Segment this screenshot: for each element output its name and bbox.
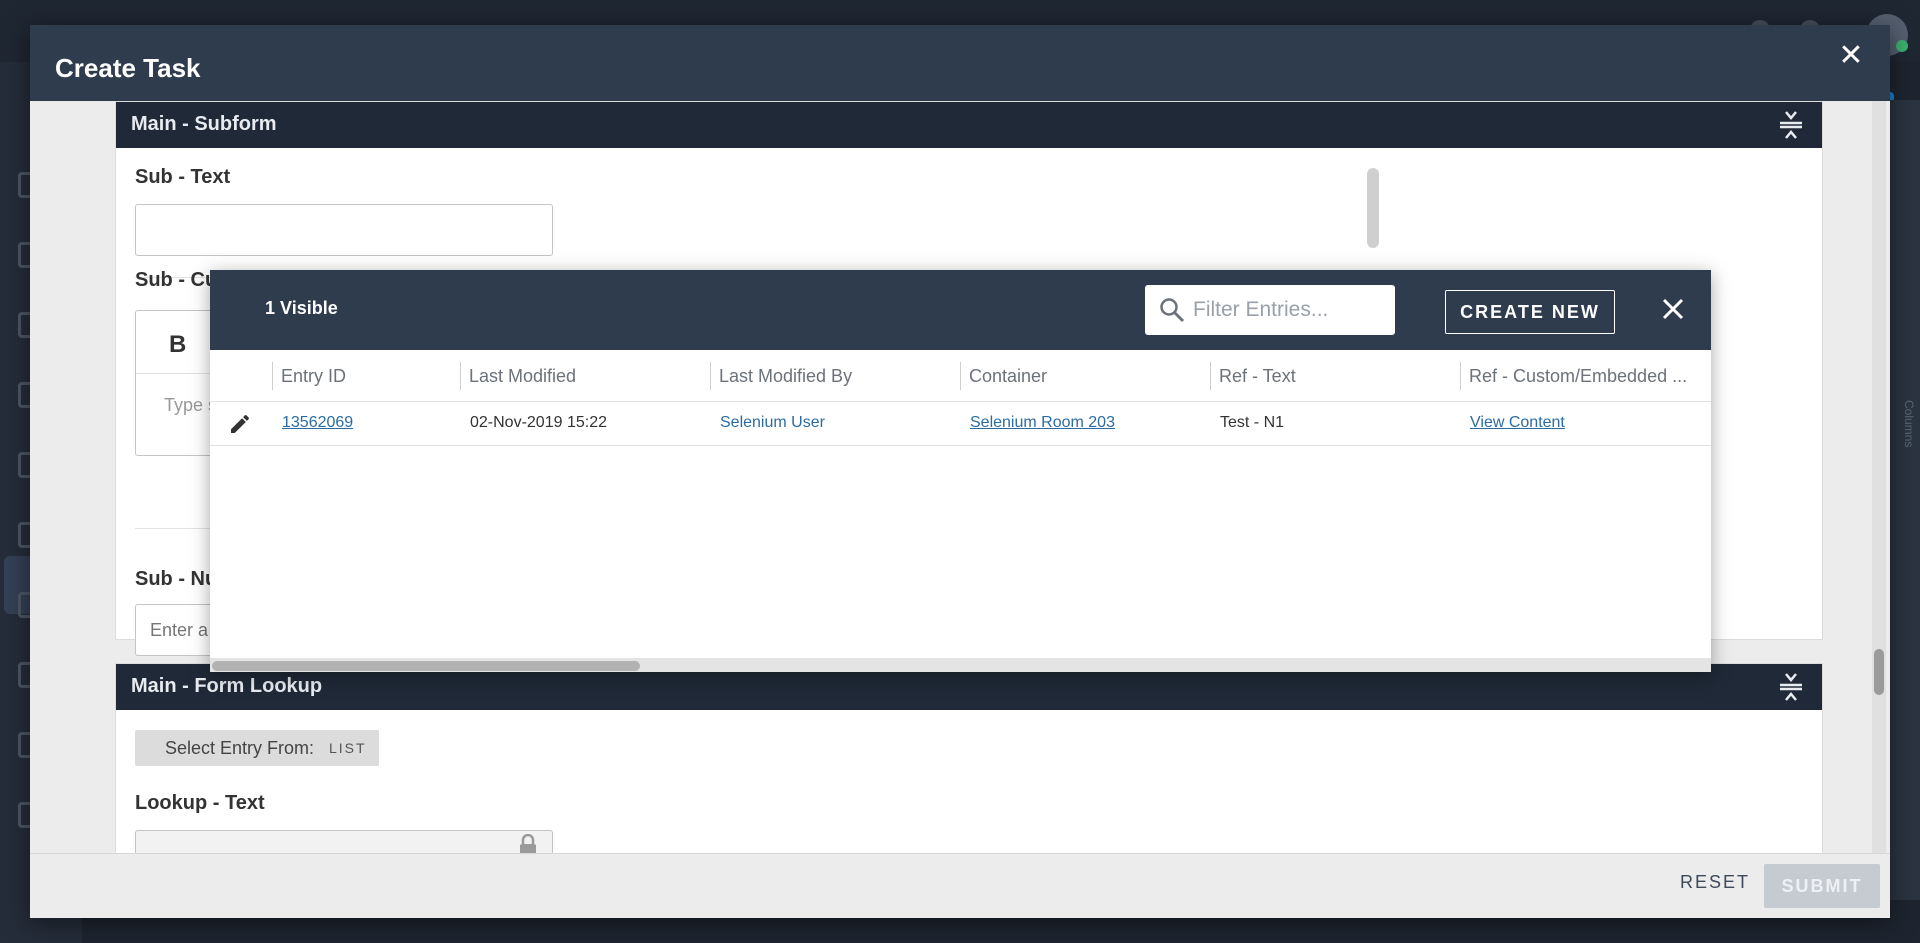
- close-icon[interactable]: ✕: [1834, 39, 1868, 73]
- form-lookup-section: Main - Form Lookup Select Entry From: LI…: [115, 663, 1823, 853]
- horizontal-scroll-thumb[interactable]: [212, 661, 640, 671]
- columns-panel-strip: Columns: [1890, 100, 1920, 900]
- section-title: Main - Subform: [131, 113, 277, 135]
- section-title: Main - Form Lookup: [131, 675, 323, 697]
- select-entry-mode[interactable]: LIST: [329, 740, 367, 756]
- lock-icon: [520, 834, 536, 853]
- column-header-last-modified[interactable]: Last Modified: [460, 362, 710, 390]
- modal-body-scroll-thumb[interactable]: [1874, 649, 1884, 695]
- subform-scrollbar[interactable]: [1367, 168, 1379, 248]
- entry-id-link[interactable]: 13562069: [282, 414, 353, 432]
- ref-text-cell: Test - N1: [1220, 414, 1285, 431]
- search-icon: [1160, 298, 1185, 323]
- grid-header: Entry ID Last Modified Last Modified By …: [210, 350, 1711, 402]
- columns-label: Columns: [1902, 400, 1916, 448]
- modal-title: Create Task: [55, 53, 201, 83]
- column-header-entry-id[interactable]: Entry ID: [272, 362, 460, 390]
- column-header-last-modified-by[interactable]: Last Modified By: [710, 362, 960, 390]
- field-label: Sub - Cu: [135, 269, 218, 291]
- select-entry-label: Select Entry From:: [165, 738, 315, 758]
- modal-body-scrollbar[interactable]: [1872, 101, 1886, 853]
- last-modified-cell: 02-Nov-2019 15:22: [470, 414, 607, 431]
- view-content-link[interactable]: View Content: [1470, 414, 1565, 432]
- subform-section-header: Main - Subform: [116, 102, 1822, 148]
- column-header-ref-text[interactable]: Ref - Text: [1210, 362, 1460, 390]
- create-new-button[interactable]: CREATE NEW: [1445, 290, 1615, 334]
- pencil-icon[interactable]: [228, 412, 252, 436]
- modal-footer: RESET SUBMIT: [30, 853, 1890, 918]
- close-icon[interactable]: [1658, 294, 1688, 324]
- field-label: Sub - Text: [135, 166, 231, 188]
- filter-box[interactable]: [1145, 285, 1395, 335]
- submit-button[interactable]: SUBMIT: [1764, 864, 1880, 908]
- sub-text-input[interactable]: [135, 204, 553, 256]
- lookup-text-input[interactable]: [135, 830, 553, 853]
- field-label: Sub - Nu: [135, 568, 218, 590]
- select-entry-from[interactable]: Select Entry From: LIST: [135, 730, 379, 766]
- column-header-container[interactable]: Container: [960, 362, 1210, 390]
- visible-count: 1 Visible: [265, 298, 338, 318]
- column-header-ref-custom[interactable]: Ref - Custom/Embedded ...: [1460, 362, 1711, 390]
- popup-header: 1 Visible CREATE NEW: [210, 270, 1711, 350]
- collapse-icon[interactable]: [1778, 672, 1804, 702]
- modal-header: Create Task ✕: [30, 25, 1890, 101]
- horizontal-scrollbar[interactable]: [210, 658, 1711, 672]
- filter-entries-input[interactable]: [1193, 293, 1383, 327]
- last-modified-by-cell: Selenium User: [720, 414, 825, 431]
- bold-button[interactable]: B: [169, 331, 186, 359]
- reset-button[interactable]: RESET: [1680, 872, 1750, 893]
- table-row: 13562069 02-Nov-2019 15:22 Selenium User…: [210, 402, 1711, 446]
- online-status-icon: [1896, 40, 1908, 52]
- lookup-entries-popup: 1 Visible CREATE NEW Entry ID Last Modif…: [210, 270, 1711, 672]
- container-link[interactable]: Selenium Room 203: [970, 414, 1115, 432]
- field-label: Lookup - Text: [135, 792, 265, 814]
- collapse-icon[interactable]: [1778, 110, 1804, 140]
